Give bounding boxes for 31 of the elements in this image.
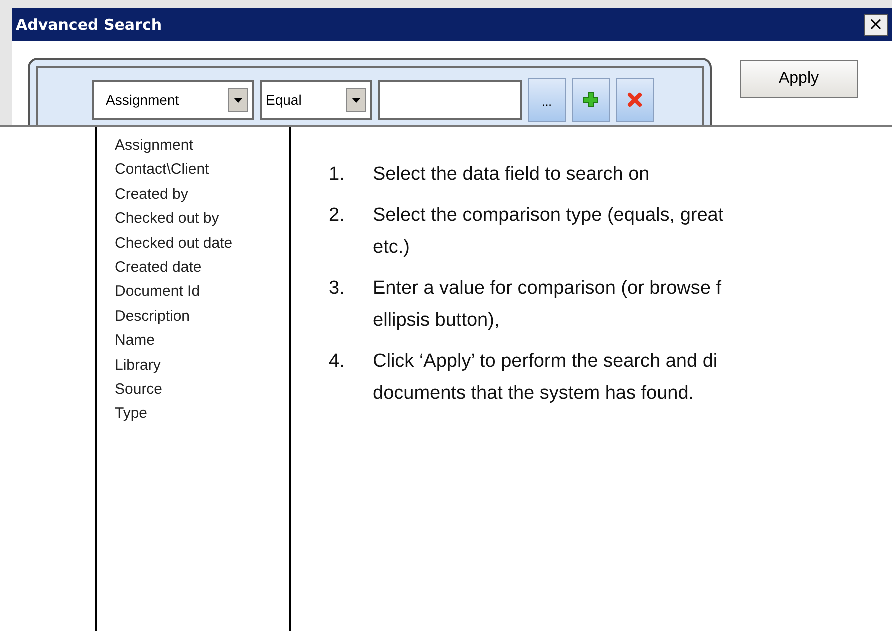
dropdown-option[interactable]: Source [115,378,289,402]
dropdown-option[interactable]: Type [115,402,289,427]
step-text: Click ‘Apply’ to perform the search and di documents that the system has found. [373,350,718,406]
dropdown-option[interactable]: Contact\Client [115,158,289,183]
step-number: 1. [329,163,346,187]
step-text: Select the comparison type (equals, great etc.) [373,204,724,260]
value-input-field[interactable] [378,80,522,120]
step-number: 4. [329,350,346,374]
step-number: 2. [329,204,346,228]
step-text: Select the data field to search on [373,163,650,187]
step-text: Enter a value for comparison (or browse f ellipsis button), [373,277,722,333]
remove-button[interactable] [616,78,654,122]
dropdown-option[interactable]: Document Id [115,280,289,305]
dropdown-option[interactable]: Checked out date [115,232,289,256]
window-title: Advanced Search [16,16,162,34]
add-button[interactable] [572,78,610,122]
dropdown-option[interactable]: Name [115,329,289,354]
dropdown-option[interactable]: Assignment [115,134,289,158]
dropdown-option[interactable]: Library [115,354,289,378]
operator-dropdown[interactable]: Equal [260,80,372,120]
dropdown-option[interactable]: Created by [115,182,289,208]
step-number: 3. [329,277,346,301]
close-button[interactable]: × [864,14,888,36]
dropdown-option[interactable]: Created date [115,256,289,280]
cross-icon [627,92,643,108]
apply-button[interactable]: Apply [740,60,858,98]
browse-button[interactable]: ... [528,78,566,122]
dropdown-option[interactable]: Description [115,304,289,330]
field-dropdown[interactable]: Assignment [92,80,254,120]
plus-icon [583,92,599,108]
dropdown-option[interactable]: Checked out by [115,207,289,232]
